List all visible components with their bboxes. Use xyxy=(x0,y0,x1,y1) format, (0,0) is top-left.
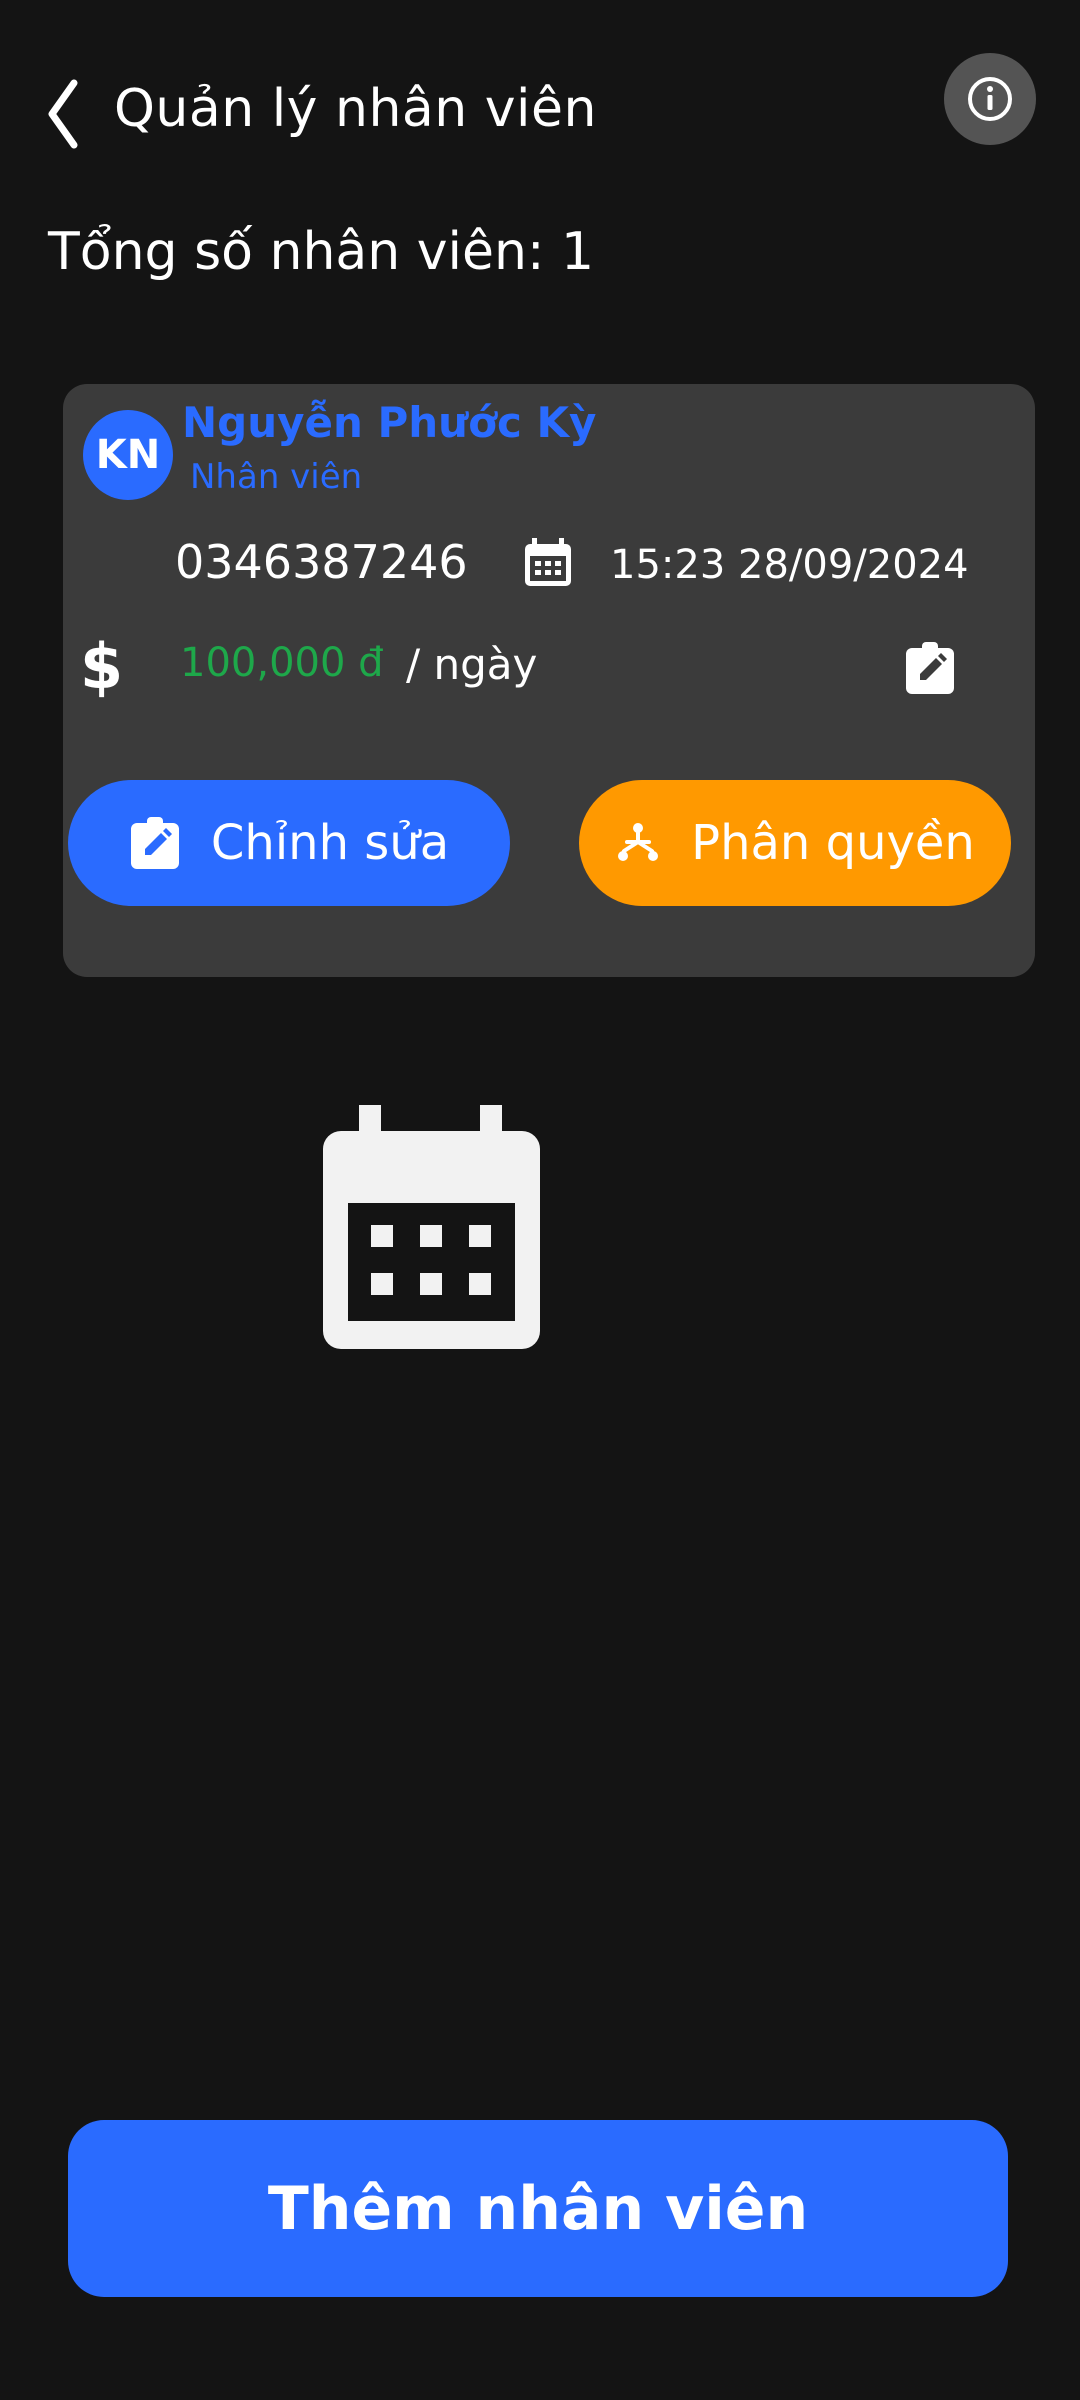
info-icon xyxy=(968,77,1012,121)
employee-total-label: Tổng số nhân viên: xyxy=(48,222,561,282)
employee-role: Nhân viên xyxy=(190,457,363,497)
calendar-icon xyxy=(525,538,571,586)
salary-unit: / ngày xyxy=(406,640,538,689)
clipboard-edit-icon xyxy=(130,817,179,869)
add-employee-button[interactable]: Thêm nhân viên xyxy=(68,2120,1008,2297)
permission-icon xyxy=(618,823,659,861)
chevron-left-icon xyxy=(48,79,78,149)
employee-salary: 100,000 đ xyxy=(180,640,384,686)
employee-created-datetime: 15:23 28/09/2024 xyxy=(610,542,969,588)
employee-total-count: 1 xyxy=(561,222,595,282)
dollar-icon: $ xyxy=(80,630,124,703)
info-button[interactable] xyxy=(944,53,1036,145)
avatar: KN xyxy=(83,410,173,500)
back-button[interactable] xyxy=(38,74,88,154)
edit-button-label: Chỉnh sửa xyxy=(210,815,450,871)
page-title: Quản lý nhân viên xyxy=(114,79,597,139)
edit-button[interactable]: Chỉnh sửa xyxy=(68,780,510,906)
edit-salary-icon[interactable] xyxy=(904,640,956,696)
employee-total: Tổng số nhân viên: 1 xyxy=(48,222,594,282)
calendar-icon xyxy=(323,1105,540,1349)
employee-phone: 0346387246 xyxy=(175,535,468,589)
employee-name: Nguyễn Phước Kỳ xyxy=(182,398,597,447)
permission-button[interactable]: Phân quyền xyxy=(579,780,1011,906)
permission-button-label: Phân quyền xyxy=(691,815,975,871)
